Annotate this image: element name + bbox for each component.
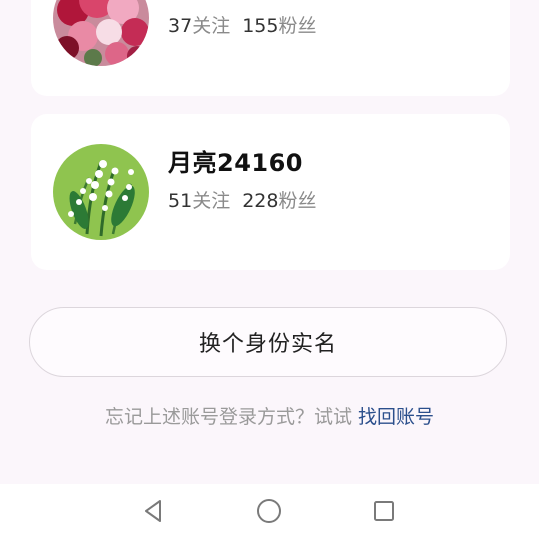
lily-of-the-valley-avatar-icon: [53, 144, 149, 240]
account-avatar: [53, 0, 149, 66]
followers-label: 粉丝: [278, 190, 317, 212]
following-count: 51: [168, 190, 193, 212]
account-card-1[interactable]: 37关注 155粉丝: [31, 0, 510, 96]
following-label: 关注: [192, 15, 231, 37]
recover-account-hint: 忘记上述账号登录方式？试试 找回账号: [0, 402, 539, 429]
account-stats: 37关注 155粉丝: [168, 11, 316, 38]
followers-label: 粉丝: [278, 15, 317, 37]
following-label: 关注: [192, 190, 231, 212]
home-button[interactable]: [254, 496, 284, 526]
account-name: 月亮24160: [168, 149, 303, 177]
followers-count: 155: [242, 15, 279, 37]
recover-account-link[interactable]: 找回账号: [358, 406, 434, 428]
switch-identity-button[interactable]: 换个身份实名: [29, 307, 507, 377]
system-nav-bar: [0, 484, 539, 539]
home-circle-icon: [257, 499, 281, 523]
account-avatar: [53, 144, 149, 240]
recent-apps-button[interactable]: [369, 496, 399, 526]
account-card-2[interactable]: 月亮24160 51关注 228粉丝: [31, 114, 510, 270]
account-stats: 51关注 228粉丝: [168, 186, 316, 213]
back-triangle-icon: [145, 500, 161, 522]
following-count: 37: [168, 15, 193, 37]
recent-square-icon: [374, 501, 394, 521]
switch-identity-label: 换个身份实名: [198, 332, 337, 357]
hint-text: 忘记上述账号登录方式？试试: [104, 406, 352, 428]
pink-flowers-avatar-icon: [53, 0, 149, 66]
followers-count: 228: [242, 190, 279, 212]
back-button[interactable]: [139, 496, 169, 526]
